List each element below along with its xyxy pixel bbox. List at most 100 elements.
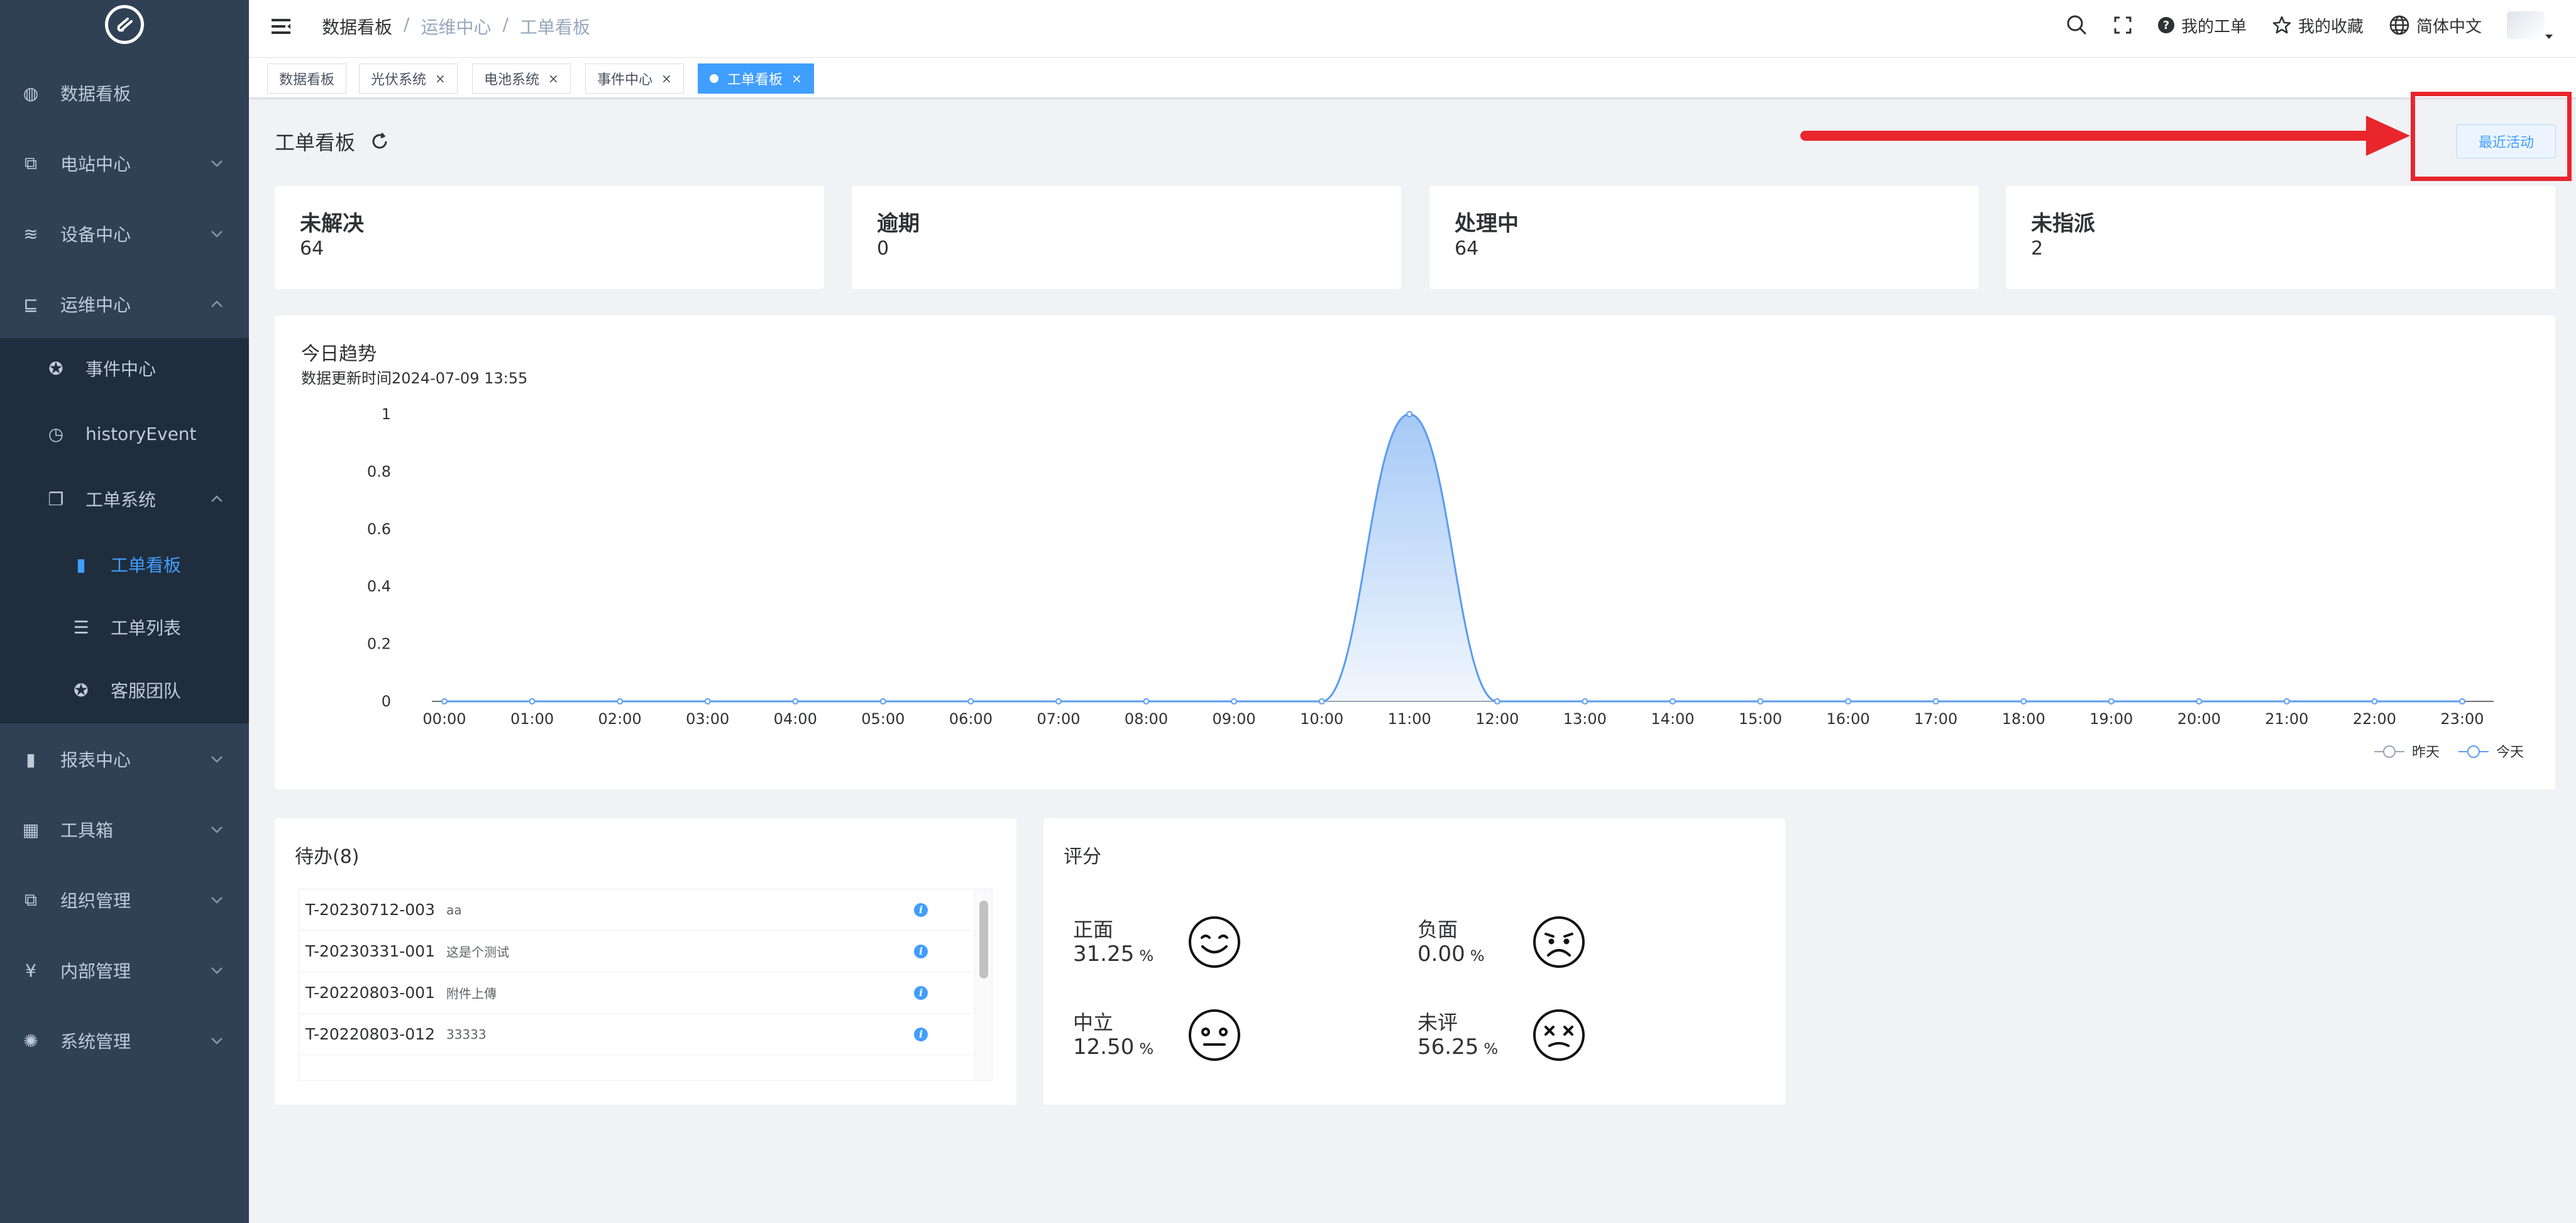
info-icon[interactable]: i: [914, 985, 928, 1000]
tag-pv-system[interactable]: 光伏系统 ×: [359, 63, 458, 94]
sidebar-item-ops-center[interactable]: ⊑ 运维中心: [0, 269, 249, 339]
stat-label: 未指派: [2031, 211, 2095, 236]
tag-event-center[interactable]: 事件中心 ×: [585, 63, 684, 94]
x-tick-label: 05:00: [861, 710, 905, 728]
language-switcher[interactable]: 简体中文: [2389, 14, 2482, 37]
data-point-today: [2020, 698, 2027, 705]
data-point-today: [2283, 698, 2290, 705]
data-point-today: [1406, 411, 1413, 417]
sidebar-item-label: 工单系统: [85, 490, 157, 510]
sidebar-item-history-event[interactable]: ◷ historyEvent: [0, 401, 249, 466]
stat-card-overdue[interactable]: 逾期 0: [852, 186, 1401, 289]
sidebar-item-internal-management[interactable]: ¥ 内部管理: [0, 935, 249, 1006]
stat-label: 未解决: [300, 211, 364, 236]
data-point-today: [879, 698, 886, 705]
sidebar-item-org-management[interactable]: ⧉ 组织管理: [0, 865, 249, 935]
dead-face-icon: [1533, 1009, 1585, 1061]
fullscreen-icon[interactable]: [2113, 16, 2132, 35]
data-point-today: [1582, 698, 1588, 705]
gear-icon: ✺: [23, 1030, 38, 1051]
data-point-today: [529, 698, 536, 705]
list-item[interactable]: T-20230331-001 这是个测试 i: [299, 931, 972, 972]
x-tick-label: 15:00: [1739, 710, 1782, 728]
clock-icon: ◷: [48, 423, 64, 444]
legend-label-yesterday: 昨天: [2412, 745, 2440, 760]
info-icon[interactable]: i: [914, 1027, 928, 1041]
close-icon[interactable]: ×: [661, 71, 672, 86]
x-tick-label: 08:00: [1125, 710, 1168, 728]
stat-card-unassigned[interactable]: 未指派 2: [2006, 186, 2555, 289]
trend-chart[interactable]: 0 0.2 0.4 0.6 0.8 1 00:00 01:00 02:00 03:00 04:00 0…: [275, 315, 2555, 789]
tag-label: 数据看板: [279, 72, 335, 88]
sidebar-item-label: 事件中心: [85, 359, 157, 380]
sidebar-item-report-center[interactable]: ▮ 报表中心: [0, 724, 249, 794]
sidebar-item-ticket-system[interactable]: ❐ 工单系统: [0, 466, 249, 532]
page-header: 工单看板: [275, 127, 390, 156]
stat-card-unresolved[interactable]: 未解决 64: [275, 186, 824, 289]
tag-ticket-board[interactable]: 工单看板 ×: [698, 63, 814, 94]
y-tick-label: 0.2: [367, 635, 391, 653]
logo[interactable]: [0, 0, 249, 49]
trend-chart-panel: 今日趋势 数据更新时间2024-07-09 13:55 0 0.2 0.4 0.6 0.…: [275, 315, 2555, 789]
info-icon[interactable]: i: [914, 902, 928, 917]
user-menu[interactable]: [2507, 9, 2553, 41]
x-tick-label: 01:00: [510, 710, 554, 728]
sidebar-item-ticket-board[interactable]: ▮ 工单看板: [0, 533, 249, 596]
data-point-today: [792, 698, 799, 705]
y-tick-label: 0.6: [367, 520, 391, 538]
tag-battery-system[interactable]: 电池系统 ×: [472, 63, 571, 94]
sidebar-item-station-center[interactable]: ⧉ 电站中心: [0, 128, 249, 199]
hamburger-icon[interactable]: [269, 14, 294, 39]
my-favorites-link[interactable]: 我的收藏: [2272, 14, 2364, 37]
close-icon[interactable]: ×: [791, 71, 802, 86]
my-tickets-link[interactable]: ? 我的工单: [2157, 14, 2247, 37]
data-point-today: [1231, 698, 1238, 705]
tag-label: 工单看板: [727, 72, 783, 88]
scrollbar-thumb[interactable]: [979, 901, 988, 979]
sidebar-item-service-team[interactable]: ✪ 客服团队: [0, 659, 249, 721]
sidebar-item-event-center[interactable]: ✪ 事件中心: [0, 336, 249, 401]
stat-card-processing[interactable]: 处理中 64: [1429, 186, 1979, 289]
data-point-today: [1318, 698, 1325, 705]
tag-label: 光伏系统: [371, 72, 427, 88]
sidebar-item-system-management[interactable]: ✺ 系统管理: [0, 1006, 249, 1076]
list-item[interactable]: T-20220803-012 33333 i: [299, 1014, 972, 1055]
recent-activity-button[interactable]: 最近活动: [2457, 124, 2556, 158]
x-tick-label: 16:00: [1826, 710, 1869, 728]
data-point-today: [2459, 698, 2465, 705]
ticket-code: T-20220803-012: [305, 1025, 435, 1043]
sidebar-item-label: 内部管理: [60, 961, 131, 982]
data-point-today: [1669, 698, 1676, 705]
scrollbar[interactable]: [974, 889, 992, 1080]
stat-label: 逾期: [877, 211, 920, 236]
lifebuoy-icon: ✪: [74, 679, 89, 701]
navbar: 数据看板 / 运维中心 / 工单看板 ? 我的工单 我的收藏 简体中文: [249, 0, 2576, 58]
x-tick-label: 06:00: [949, 710, 993, 728]
todo-list[interactable]: T-20230712-003 aa i T-20230331-001 这是个测试…: [299, 889, 993, 1081]
stat-value: 2: [2031, 238, 2044, 260]
breadcrumb-item[interactable]: 数据看板: [322, 14, 392, 39]
list-item[interactable]: T-20220803-001 附件上傳 i: [299, 972, 972, 1014]
sidebar-item-ticket-list[interactable]: ☰ 工单列表: [0, 596, 249, 659]
y-tick-label: 1: [382, 405, 391, 423]
ticket-code: T-20230712-003: [305, 901, 435, 919]
chevron-down-icon: [210, 156, 224, 172]
sidebar-item-toolbox[interactable]: ▦ 工具箱: [0, 794, 249, 865]
todo-title: 待办(8): [295, 846, 360, 868]
tag-dashboard[interactable]: 数据看板: [267, 63, 347, 94]
sidebar-item-label: 客服团队: [111, 681, 182, 701]
rating-value: 31.25%: [1073, 941, 1154, 967]
close-icon[interactable]: ×: [548, 71, 559, 86]
sidebar-item-dashboard[interactable]: ◍ 数据看板: [0, 58, 249, 128]
chevron-down-icon: [210, 1033, 224, 1049]
sidebar-item-device-center[interactable]: ≋ 设备中心: [0, 199, 249, 269]
avatar: [2507, 11, 2545, 39]
rating-value: 12.50%: [1073, 1034, 1154, 1060]
sidebar-item-label: 电站中心: [60, 154, 131, 175]
ticket-desc: aa: [446, 902, 462, 918]
search-icon[interactable]: [2066, 14, 2088, 36]
info-icon[interactable]: i: [914, 944, 928, 958]
list-item[interactable]: T-20230712-003 aa i: [299, 889, 972, 931]
refresh-icon[interactable]: [369, 131, 390, 152]
close-icon[interactable]: ×: [435, 71, 446, 86]
